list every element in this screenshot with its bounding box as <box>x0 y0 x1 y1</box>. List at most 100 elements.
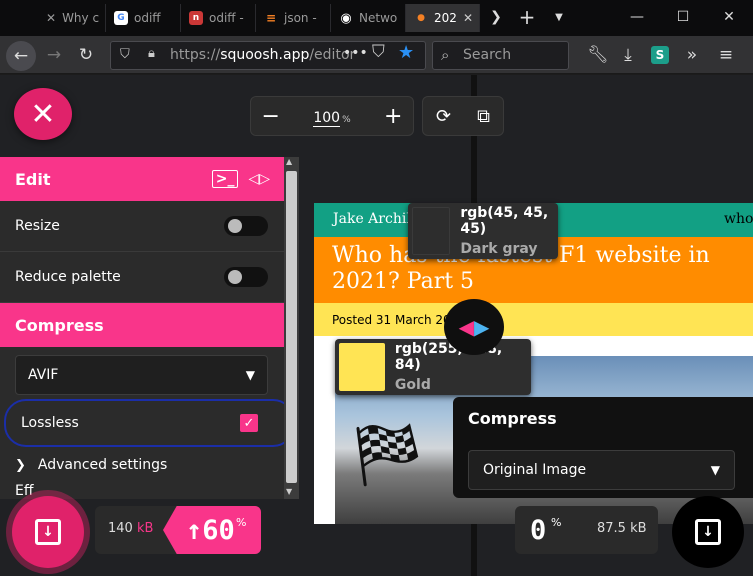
compress-header: Compress <box>0 303 299 347</box>
swap-sides-icon[interactable]: ◁▷ <box>248 171 270 187</box>
resize-toggle[interactable] <box>224 216 268 236</box>
tab-title: json - <box>284 11 317 25</box>
right-codec-value: Original Image <box>483 462 587 478</box>
lock-icon[interactable]: 🔒︎ <box>148 46 155 61</box>
bookmark-star-icon[interactable]: ★ <box>398 42 414 63</box>
split-handle[interactable]: ◀ ▶ <box>444 299 504 355</box>
zoom-unit: % <box>342 114 351 125</box>
maximize-icon[interactable]: ☐ <box>660 0 706 34</box>
reduce-palette-row[interactable]: Reduce palette <box>0 252 299 303</box>
wrench-icon[interactable]: 🔧︎ <box>584 41 612 69</box>
arrow-right-icon: ▶ <box>474 315 490 339</box>
arrow-left-icon: ◀ <box>458 315 474 339</box>
lossless-label: Lossless <box>21 415 79 431</box>
browser-tab-bar: ✕ Why c G odiff n odiff - ≡ json - ◉ Net… <box>0 0 753 36</box>
shield-icon[interactable]: ⛉ <box>120 47 130 62</box>
color-name: Gold <box>394 377 431 393</box>
url-host: squoosh.app <box>220 47 310 63</box>
extension-icon[interactable]: S <box>646 41 674 69</box>
pocket-icon[interactable]: ⛉ <box>372 42 385 62</box>
new-tab-icon[interactable]: + <box>512 0 542 34</box>
right-compress-title: Compress <box>468 409 557 428</box>
zoom-field[interactable]: 100% <box>291 107 374 127</box>
chevron-right-icon: ❯ <box>15 457 26 473</box>
resize-row[interactable]: Resize <box>0 201 299 252</box>
color-rgb: rgb(45, 45, 45) <box>460 205 549 237</box>
page-actions-icon[interactable]: ••• <box>343 45 368 61</box>
tab-list-icon[interactable]: ▼ <box>544 0 574 34</box>
download-icon[interactable]: ⤓ <box>614 41 642 69</box>
right-codec-select[interactable]: Original Image ▼ <box>468 450 735 490</box>
google-icon: G <box>114 11 128 25</box>
panel-scrollbar[interactable]: ▲ ▼ <box>284 157 299 499</box>
zoom-controls: − 100% + <box>250 96 414 136</box>
color-name: Dark gray <box>460 241 538 257</box>
browser-tab[interactable]: ≡ json - <box>256 4 331 32</box>
search-icon: ⌕ <box>441 46 450 64</box>
browser-tab[interactable]: ◉ Netwo <box>331 4 406 32</box>
codec-select[interactable]: AVIF ▼ <box>15 355 268 395</box>
scroll-up-icon[interactable]: ▲ <box>286 157 292 166</box>
download-left-button[interactable]: ↓ <box>12 496 84 568</box>
resize-label: Resize <box>15 218 60 234</box>
close-button[interactable]: ✕ <box>14 88 72 140</box>
color-tooltip: rgb(255, 228, 84) Gold <box>335 339 531 395</box>
scrollbar-thumb[interactable] <box>286 171 297 483</box>
close-icon: ✕ <box>30 96 56 132</box>
left-size-unit: kB <box>136 521 154 536</box>
advanced-settings-toggle[interactable]: ❯ Advanced settings <box>0 447 299 483</box>
search-placeholder: Search <box>463 47 512 63</box>
zoom-out-button[interactable]: − <box>251 104 291 129</box>
scroll-down-icon[interactable]: ▼ <box>286 487 292 496</box>
left-percent-value: ↑60 <box>186 515 235 546</box>
color-swatch <box>339 343 385 391</box>
zoom-value[interactable]: 100 <box>313 109 341 127</box>
tab-scroll-right-icon[interactable]: ❯ <box>482 0 510 34</box>
effort-label: Eff <box>0 483 299 495</box>
left-size-value: 140 <box>108 521 133 536</box>
browser-tab[interactable]: ✕ Why c <box>38 4 106 32</box>
preview-date: Posted 31 March 202 <box>332 313 459 327</box>
reload-icon[interactable]: ↻ <box>72 41 100 69</box>
right-percent-unit: % <box>551 516 562 529</box>
right-percent-value: 0 <box>530 515 547 546</box>
preview-author: Jake Archib <box>333 211 416 227</box>
advanced-settings-label: Advanced settings <box>37 457 168 473</box>
left-percent-unit: % <box>236 516 247 529</box>
rotate-icon[interactable]: ⟳ <box>436 106 451 127</box>
download-icon: ↓ <box>695 519 721 545</box>
tab-title: odiff - <box>209 11 244 25</box>
browser-tab[interactable]: G odiff <box>106 4 181 32</box>
tab-title: Netwo <box>359 11 398 25</box>
background-toggle-icon[interactable]: ⧉ <box>477 106 490 127</box>
back-icon[interactable]: ← <box>6 41 36 71</box>
view-controls: ⟳ ⧉ <box>422 96 504 136</box>
lossless-row[interactable]: Lossless ✓ <box>4 399 295 447</box>
lossless-checkbox[interactable]: ✓ <box>240 414 258 432</box>
tab-title: 202 <box>434 11 457 25</box>
effort-label-text: Eff <box>15 483 34 495</box>
download-icon: ↓ <box>35 519 61 545</box>
copy-settings-icon[interactable]: >_ <box>211 170 239 188</box>
overflow-menu-icon[interactable]: » <box>678 41 706 69</box>
stackoverflow-icon: ≡ <box>265 11 277 25</box>
color-tooltip: rgb(45, 45, 45) Dark gray <box>408 203 558 259</box>
browser-tab[interactable]: n odiff - <box>181 4 256 32</box>
hamburger-menu-icon[interactable]: ≡ <box>712 41 740 69</box>
chevron-down-icon: ▼ <box>245 368 255 382</box>
npm-icon: n <box>189 11 203 25</box>
minimize-icon[interactable]: — <box>614 0 660 34</box>
tab-title: Why c <box>62 11 100 25</box>
reduce-palette-toggle[interactable] <box>224 267 268 287</box>
download-right-button[interactable]: ↓ <box>672 496 744 568</box>
window-close-icon[interactable]: ✕ <box>706 0 752 34</box>
zoom-in-button[interactable]: + <box>373 104 413 129</box>
left-options-panel: Edit >_ ◁▷ Resize Reduce palette Compres… <box>0 157 299 499</box>
close-tab-icon[interactable]: ✕ <box>46 11 56 25</box>
browser-tab-active[interactable]: ● 202 ✕ <box>406 4 480 32</box>
close-tab-icon[interactable]: ✕ <box>463 11 473 25</box>
search-input[interactable]: ⌕ Search <box>432 41 569 70</box>
url-text[interactable]: https://squoosh.app/editor <box>170 47 355 63</box>
forward-icon[interactable]: → <box>40 41 68 69</box>
reduce-palette-label: Reduce palette <box>15 269 121 285</box>
